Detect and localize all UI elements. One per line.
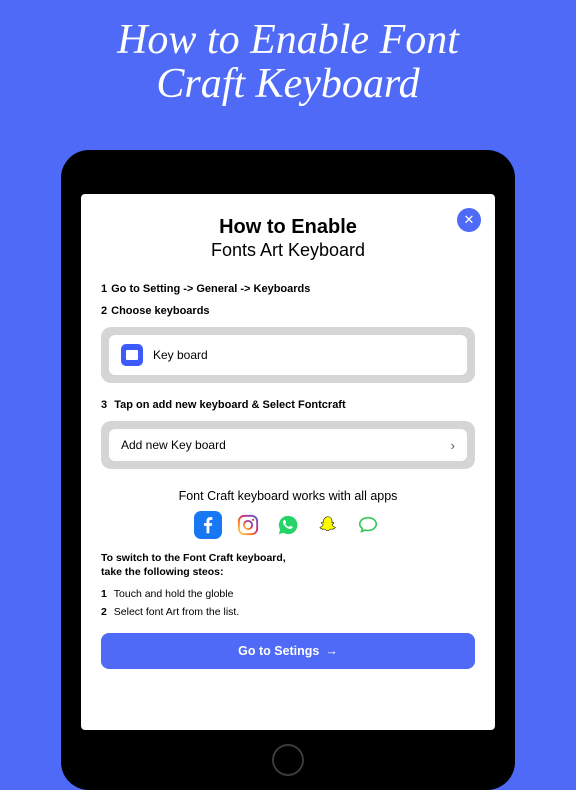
switch-hdr-line-2: take the following steos: [101, 566, 224, 578]
step-3: 3 Tap on add new keyboard & Select Fontc… [101, 399, 475, 411]
go-to-settings-label: Go to Setings [238, 644, 319, 658]
switch-instructions-header: To switch to the Font Craft keyboard, ta… [101, 551, 475, 579]
snapchat-icon [314, 511, 342, 539]
step-3-text: Tap on add new keyboard & Select Fontcra… [114, 399, 345, 411]
chevron-right-icon: › [451, 438, 455, 453]
add-keyboard-label: Add new Key board [121, 438, 226, 452]
step-2-number: 2 [101, 305, 107, 317]
keyboard-icon [121, 344, 143, 366]
keyboard-row[interactable]: Key board [109, 335, 467, 375]
switch-step-1: 1 Touch and hold the globle [101, 588, 475, 600]
step-2: 2 Choose keyboards [101, 305, 475, 317]
step-1-text: Go to Setting -> General -> Keyboards [111, 283, 310, 295]
step-1: 1 Go to Setting -> General -> Keyboards [101, 283, 475, 295]
add-keyboard-card: Add new Key board › [101, 421, 475, 469]
switch-step-1-number: 1 [101, 588, 107, 600]
hero-line-2: Craft Keyboard [156, 61, 419, 107]
step-1-number: 1 [101, 283, 107, 295]
hero-title: How to Enable Font Craft Keyboard [0, 0, 576, 106]
whatsapp-icon [274, 511, 302, 539]
step-3-number: 3 [101, 399, 107, 411]
close-button[interactable]: ✕ [457, 208, 481, 232]
arrow-right-icon: → [325, 644, 338, 658]
home-button[interactable] [272, 744, 304, 776]
works-with-text: Font Craft keyboard works with all apps [101, 489, 475, 503]
modal-title-2: Fonts Art Keyboard [101, 240, 475, 261]
messages-icon [354, 511, 382, 539]
tablet-screen: ✕ How to Enable Fonts Art Keyboard 1 Go t… [81, 194, 495, 730]
switch-step-2-text: Select font Art from the list. [114, 606, 239, 618]
tablet-frame: ✕ How to Enable Fonts Art Keyboard 1 Go t… [61, 150, 515, 790]
go-to-settings-button[interactable]: Go to Setings → [101, 633, 475, 669]
hero-line-1: How to Enable Font [117, 17, 459, 63]
keyboard-row-label: Key board [153, 348, 208, 362]
keyboard-card: Key board [101, 327, 475, 383]
instagram-icon [234, 511, 262, 539]
switch-step-2: 2 Select font Art from the list. [101, 606, 475, 618]
step-2-text: Choose keyboards [111, 305, 209, 317]
facebook-icon [194, 511, 222, 539]
switch-step-1-text: Touch and hold the globle [114, 588, 234, 600]
switch-hdr-line-1: To switch to the Font Craft keyboard, [101, 552, 286, 564]
add-keyboard-row[interactable]: Add new Key board › [109, 429, 467, 461]
modal-title-block: How to Enable Fonts Art Keyboard [101, 216, 475, 261]
switch-step-2-number: 2 [101, 606, 107, 618]
close-icon: ✕ [464, 212, 475, 228]
app-icons-row [101, 511, 475, 539]
modal-title-1: How to Enable [101, 216, 475, 239]
